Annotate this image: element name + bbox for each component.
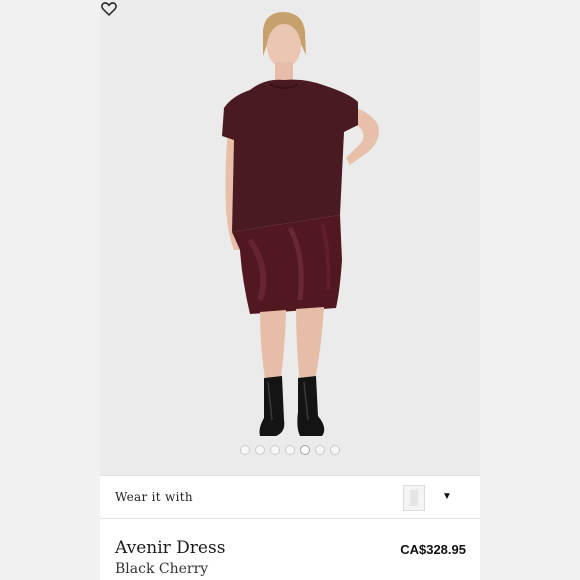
carousel-dot-2[interactable]	[255, 445, 265, 455]
product-view: Wear it with ▼ Avenir Dress Black Cherry…	[100, 0, 480, 580]
carousel-dot-3[interactable]	[270, 445, 280, 455]
product-price: CA$328.95	[400, 542, 466, 557]
caret-down-icon[interactable]: ▼	[442, 491, 452, 502]
carousel-dot-6[interactable]	[315, 445, 325, 455]
product-name: Avenir Dress	[115, 538, 226, 558]
model-photo	[100, 0, 480, 475]
heart-icon[interactable]	[100, 0, 118, 18]
wear-it-with-label: Wear it with	[115, 490, 193, 504]
product-color: Black Cherry	[115, 561, 209, 577]
carousel-dot-5[interactable]	[300, 445, 310, 455]
carousel-dot-7[interactable]	[330, 445, 340, 455]
thumbnail-image	[410, 490, 418, 506]
wear-it-with-row[interactable]: Wear it with ▼	[100, 475, 480, 519]
wear-it-with-thumbnail[interactable]	[403, 485, 425, 511]
carousel-dot-4[interactable]	[285, 445, 295, 455]
carousel-dot-1[interactable]	[240, 445, 250, 455]
product-image[interactable]	[100, 0, 480, 475]
carousel-dots	[100, 445, 480, 457]
